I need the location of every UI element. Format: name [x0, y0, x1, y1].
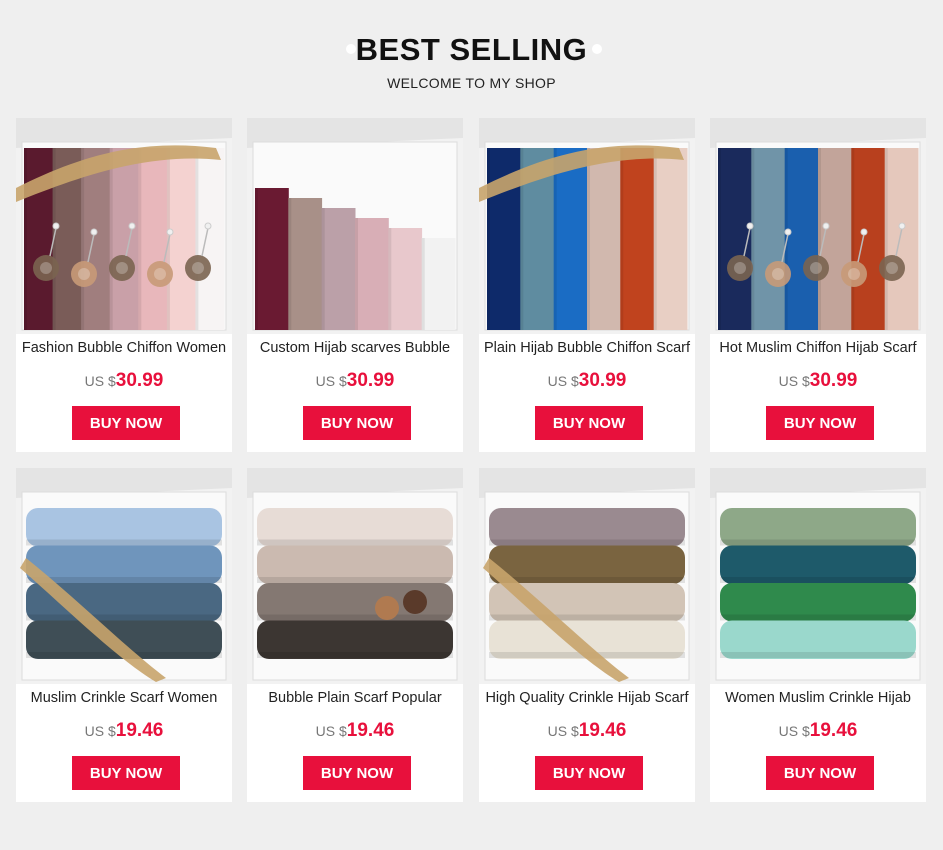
price-currency: US $ — [84, 723, 116, 739]
buy-now-button[interactable]: BUY NOW — [72, 406, 180, 440]
product-price: US $30.99 — [247, 370, 463, 392]
price-amount: 19.46 — [346, 720, 395, 741]
product-card[interactable]: Muslim Crinkle Scarf Women US $19.46 BUY N… — [16, 468, 232, 802]
buy-now-button[interactable]: BUY NOW — [766, 756, 874, 790]
product-image[interactable] — [247, 118, 463, 334]
price-currency: US $ — [84, 373, 116, 389]
product-card[interactable]: Hot Muslim Chiffon Hijab Scarf US $30.99 B… — [710, 118, 926, 452]
product-image[interactable] — [710, 118, 926, 334]
product-image[interactable] — [710, 468, 926, 684]
product-image[interactable] — [479, 468, 695, 684]
product-price: US $19.46 — [479, 720, 695, 742]
buy-now-button[interactable]: BUY NOW — [303, 406, 411, 440]
section-header: BEST SELLING WELCOME TO MY SHOP — [0, 0, 943, 110]
product-price: US $30.99 — [16, 370, 232, 392]
price-currency: US $ — [778, 373, 810, 389]
product-image[interactable] — [16, 118, 232, 334]
section-subtitle: WELCOME TO MY SHOP — [387, 75, 556, 91]
product-card[interactable]: High Quality Crinkle Hijab Scarf US $19.4… — [479, 468, 695, 802]
price-currency: US $ — [547, 373, 579, 389]
product-name[interactable]: Custom Hijab scarves Bubble — [247, 340, 463, 362]
price-amount: 30.99 — [578, 370, 627, 391]
product-price: US $19.46 — [247, 720, 463, 742]
buy-now-button[interactable]: BUY NOW — [535, 756, 643, 790]
buy-now-button[interactable]: BUY NOW — [535, 406, 643, 440]
product-card[interactable]: Bubble Plain Scarf Popular US $19.46 BUY N… — [247, 468, 463, 802]
product-name[interactable]: Women Muslim Crinkle Hijab — [710, 690, 926, 712]
price-currency: US $ — [547, 723, 579, 739]
decorative-dot-icon — [592, 44, 602, 54]
product-price: US $30.99 — [710, 370, 926, 392]
product-name[interactable]: Bubble Plain Scarf Popular — [247, 690, 463, 712]
product-card[interactable]: Plain Hijab Bubble Chiffon Scarf US $30.9… — [479, 118, 695, 452]
product-name[interactable]: Muslim Crinkle Scarf Women — [16, 690, 232, 712]
price-currency: US $ — [315, 723, 347, 739]
product-price: US $19.46 — [710, 720, 926, 742]
price-currency: US $ — [778, 723, 810, 739]
product-name[interactable]: High Quality Crinkle Hijab Scarf — [479, 690, 695, 712]
product-image[interactable] — [16, 468, 232, 684]
price-currency: US $ — [315, 373, 347, 389]
product-card[interactable]: Women Muslim Crinkle Hijab US $19.46 BUY N… — [710, 468, 926, 802]
price-amount: 19.46 — [578, 720, 627, 741]
product-image[interactable] — [479, 118, 695, 334]
price-amount: 30.99 — [809, 370, 858, 391]
product-name[interactable]: Fashion Bubble Chiffon Women — [16, 340, 232, 362]
product-name[interactable]: Hot Muslim Chiffon Hijab Scarf — [710, 340, 926, 362]
price-amount: 19.46 — [115, 720, 164, 741]
price-amount: 19.46 — [809, 720, 858, 741]
product-name[interactable]: Plain Hijab Bubble Chiffon Scarf — [479, 340, 695, 362]
buy-now-button[interactable]: BUY NOW — [72, 756, 180, 790]
section-title: BEST SELLING — [355, 32, 588, 67]
product-price: US $30.99 — [479, 370, 695, 392]
buy-now-button[interactable]: BUY NOW — [303, 756, 411, 790]
product-card[interactable]: Custom Hijab scarves Bubble US $30.99 BUY … — [247, 118, 463, 452]
product-price: US $19.46 — [16, 720, 232, 742]
product-card[interactable]: Fashion Bubble Chiffon Women US $30.99 BUY… — [16, 118, 232, 452]
product-image[interactable] — [247, 468, 463, 684]
price-amount: 30.99 — [115, 370, 164, 391]
price-amount: 30.99 — [346, 370, 395, 391]
buy-now-button[interactable]: BUY NOW — [766, 406, 874, 440]
